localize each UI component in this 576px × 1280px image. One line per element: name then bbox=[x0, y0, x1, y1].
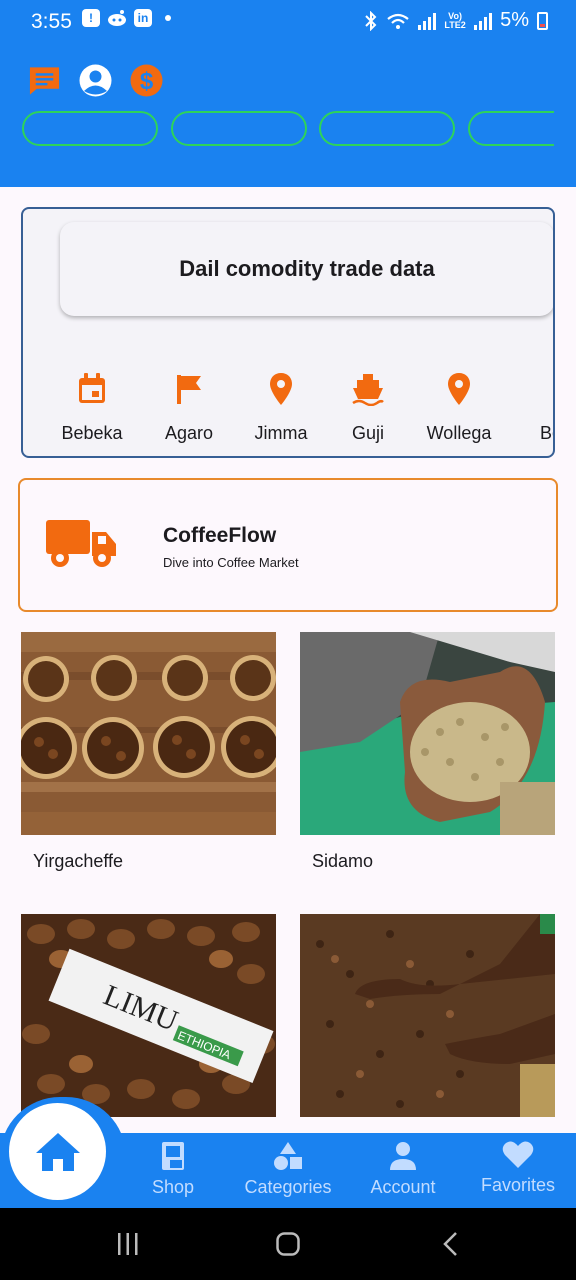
linkedin-icon: in bbox=[134, 9, 152, 27]
region-label: Wollega bbox=[426, 423, 492, 443]
filter-pill[interactable] bbox=[319, 111, 455, 146]
nav-label: Favorites bbox=[480, 1175, 556, 1195]
nav-label: Account bbox=[370, 1177, 436, 1197]
nav-label: Shop bbox=[151, 1177, 195, 1197]
region-label: Agaro bbox=[164, 423, 214, 443]
limu-ethiopia-beans-image: LIMU ETHIOPIA bbox=[21, 914, 276, 1117]
green-beans-hands-image bbox=[300, 632, 555, 835]
battery-icon bbox=[537, 11, 548, 30]
nav-label: Categories bbox=[244, 1177, 332, 1197]
location-pin-icon bbox=[439, 369, 479, 409]
notification-icons: ! in bbox=[82, 9, 171, 27]
person-icon bbox=[390, 1142, 416, 1170]
region-item-be[interactable]: Be bbox=[531, 369, 553, 444]
region-item-wollega[interactable]: Wollega bbox=[420, 369, 498, 444]
more-notifications-dot bbox=[165, 15, 171, 21]
product-label: Sidamo bbox=[312, 851, 374, 871]
signal-bars-2-icon bbox=[474, 12, 493, 30]
reddit-icon bbox=[108, 10, 126, 26]
filter-pill[interactable] bbox=[468, 111, 554, 146]
filter-pill-row bbox=[22, 111, 554, 147]
coffeeflow-card[interactable]: CoffeeFlow Dive into Coffee Market bbox=[18, 478, 558, 612]
status-time: 3:55 bbox=[31, 10, 72, 33]
header-icon-row: $ bbox=[28, 64, 163, 97]
nav-account[interactable]: Account bbox=[365, 1141, 441, 1198]
recents-icon bbox=[118, 1233, 138, 1255]
dollar-icon[interactable]: $ bbox=[130, 64, 163, 97]
recents-button[interactable] bbox=[116, 1230, 140, 1258]
region-item-bebeka[interactable]: Bebeka bbox=[57, 369, 127, 444]
svg-text:$: $ bbox=[140, 68, 154, 95]
beans-drying-image bbox=[300, 914, 555, 1117]
alert-icon: ! bbox=[82, 9, 100, 27]
nav-categories[interactable]: Categories bbox=[239, 1141, 337, 1198]
region-label: Be bbox=[539, 423, 553, 443]
truck-icon bbox=[46, 518, 116, 575]
region-list: Bebeka Agaro Jimma Guji Wollega B bbox=[23, 369, 553, 449]
region-label: Jimma bbox=[254, 423, 308, 443]
product-label: Yirgacheffe bbox=[33, 851, 124, 871]
network-label: Vo) LTE2 bbox=[444, 10, 466, 30]
region-item-jimma[interactable]: Jimma bbox=[248, 369, 314, 444]
account-circle-icon[interactable] bbox=[79, 64, 112, 97]
wifi-icon bbox=[387, 13, 409, 29]
nav-shop[interactable]: Shop bbox=[148, 1141, 198, 1198]
coffeeflow-subtitle: Dive into Coffee Market bbox=[163, 555, 299, 570]
filter-pill[interactable] bbox=[171, 111, 307, 146]
location-pin-icon bbox=[261, 369, 301, 409]
back-icon bbox=[443, 1232, 457, 1256]
region-label: Bebeka bbox=[61, 423, 123, 443]
back-button[interactable] bbox=[440, 1230, 460, 1258]
battery-percent: 5% bbox=[500, 9, 529, 31]
status-bar: 3:55 ! in Vo) LTE2 5% bbox=[0, 0, 576, 44]
categories-icon bbox=[274, 1142, 302, 1170]
region-item-guji[interactable]: Guji bbox=[344, 369, 392, 444]
region-item-agaro[interactable]: Agaro bbox=[158, 369, 220, 444]
product-card-sidamo[interactable]: Sidamo bbox=[300, 632, 555, 882]
trade-data-card: Dail comodity trade data Bebeka Agaro Ji… bbox=[21, 207, 555, 458]
flag-icon bbox=[169, 369, 209, 409]
product-card-limu[interactable]: LIMU ETHIOPIA bbox=[21, 914, 276, 1117]
shop-icon bbox=[162, 1142, 184, 1170]
product-card-beans-drying[interactable] bbox=[300, 914, 555, 1117]
coffee-bowls-image bbox=[21, 632, 276, 835]
calendar-icon bbox=[72, 369, 112, 409]
trade-title-button[interactable]: Dail comodity trade data bbox=[60, 222, 553, 316]
heart-icon bbox=[502, 1141, 534, 1168]
bluetooth-icon bbox=[365, 10, 377, 31]
coffeeflow-title: CoffeeFlow bbox=[163, 524, 277, 547]
region-label: Guji bbox=[351, 423, 384, 443]
system-status-icons: Vo) LTE2 5% bbox=[364, 9, 548, 32]
signal-bars-icon bbox=[418, 12, 437, 30]
nav-home-button[interactable] bbox=[9, 1103, 106, 1200]
home-icon bbox=[35, 1132, 80, 1171]
app-bar: 3:55 ! in Vo) LTE2 5% $ bbox=[0, 0, 576, 187]
trade-title: Dail comodity trade data bbox=[179, 256, 435, 281]
home-system-button[interactable] bbox=[275, 1230, 301, 1258]
location-pin-icon bbox=[531, 369, 553, 409]
home-square-icon bbox=[276, 1232, 300, 1256]
ship-icon bbox=[348, 369, 388, 409]
filter-pill[interactable] bbox=[22, 111, 158, 146]
chat-icon[interactable] bbox=[28, 64, 61, 97]
nav-favorites[interactable]: Favorites bbox=[475, 1141, 561, 1196]
system-nav-bar bbox=[0, 1208, 576, 1280]
product-card-yirgacheffe[interactable]: Yirgacheffe bbox=[21, 632, 276, 882]
